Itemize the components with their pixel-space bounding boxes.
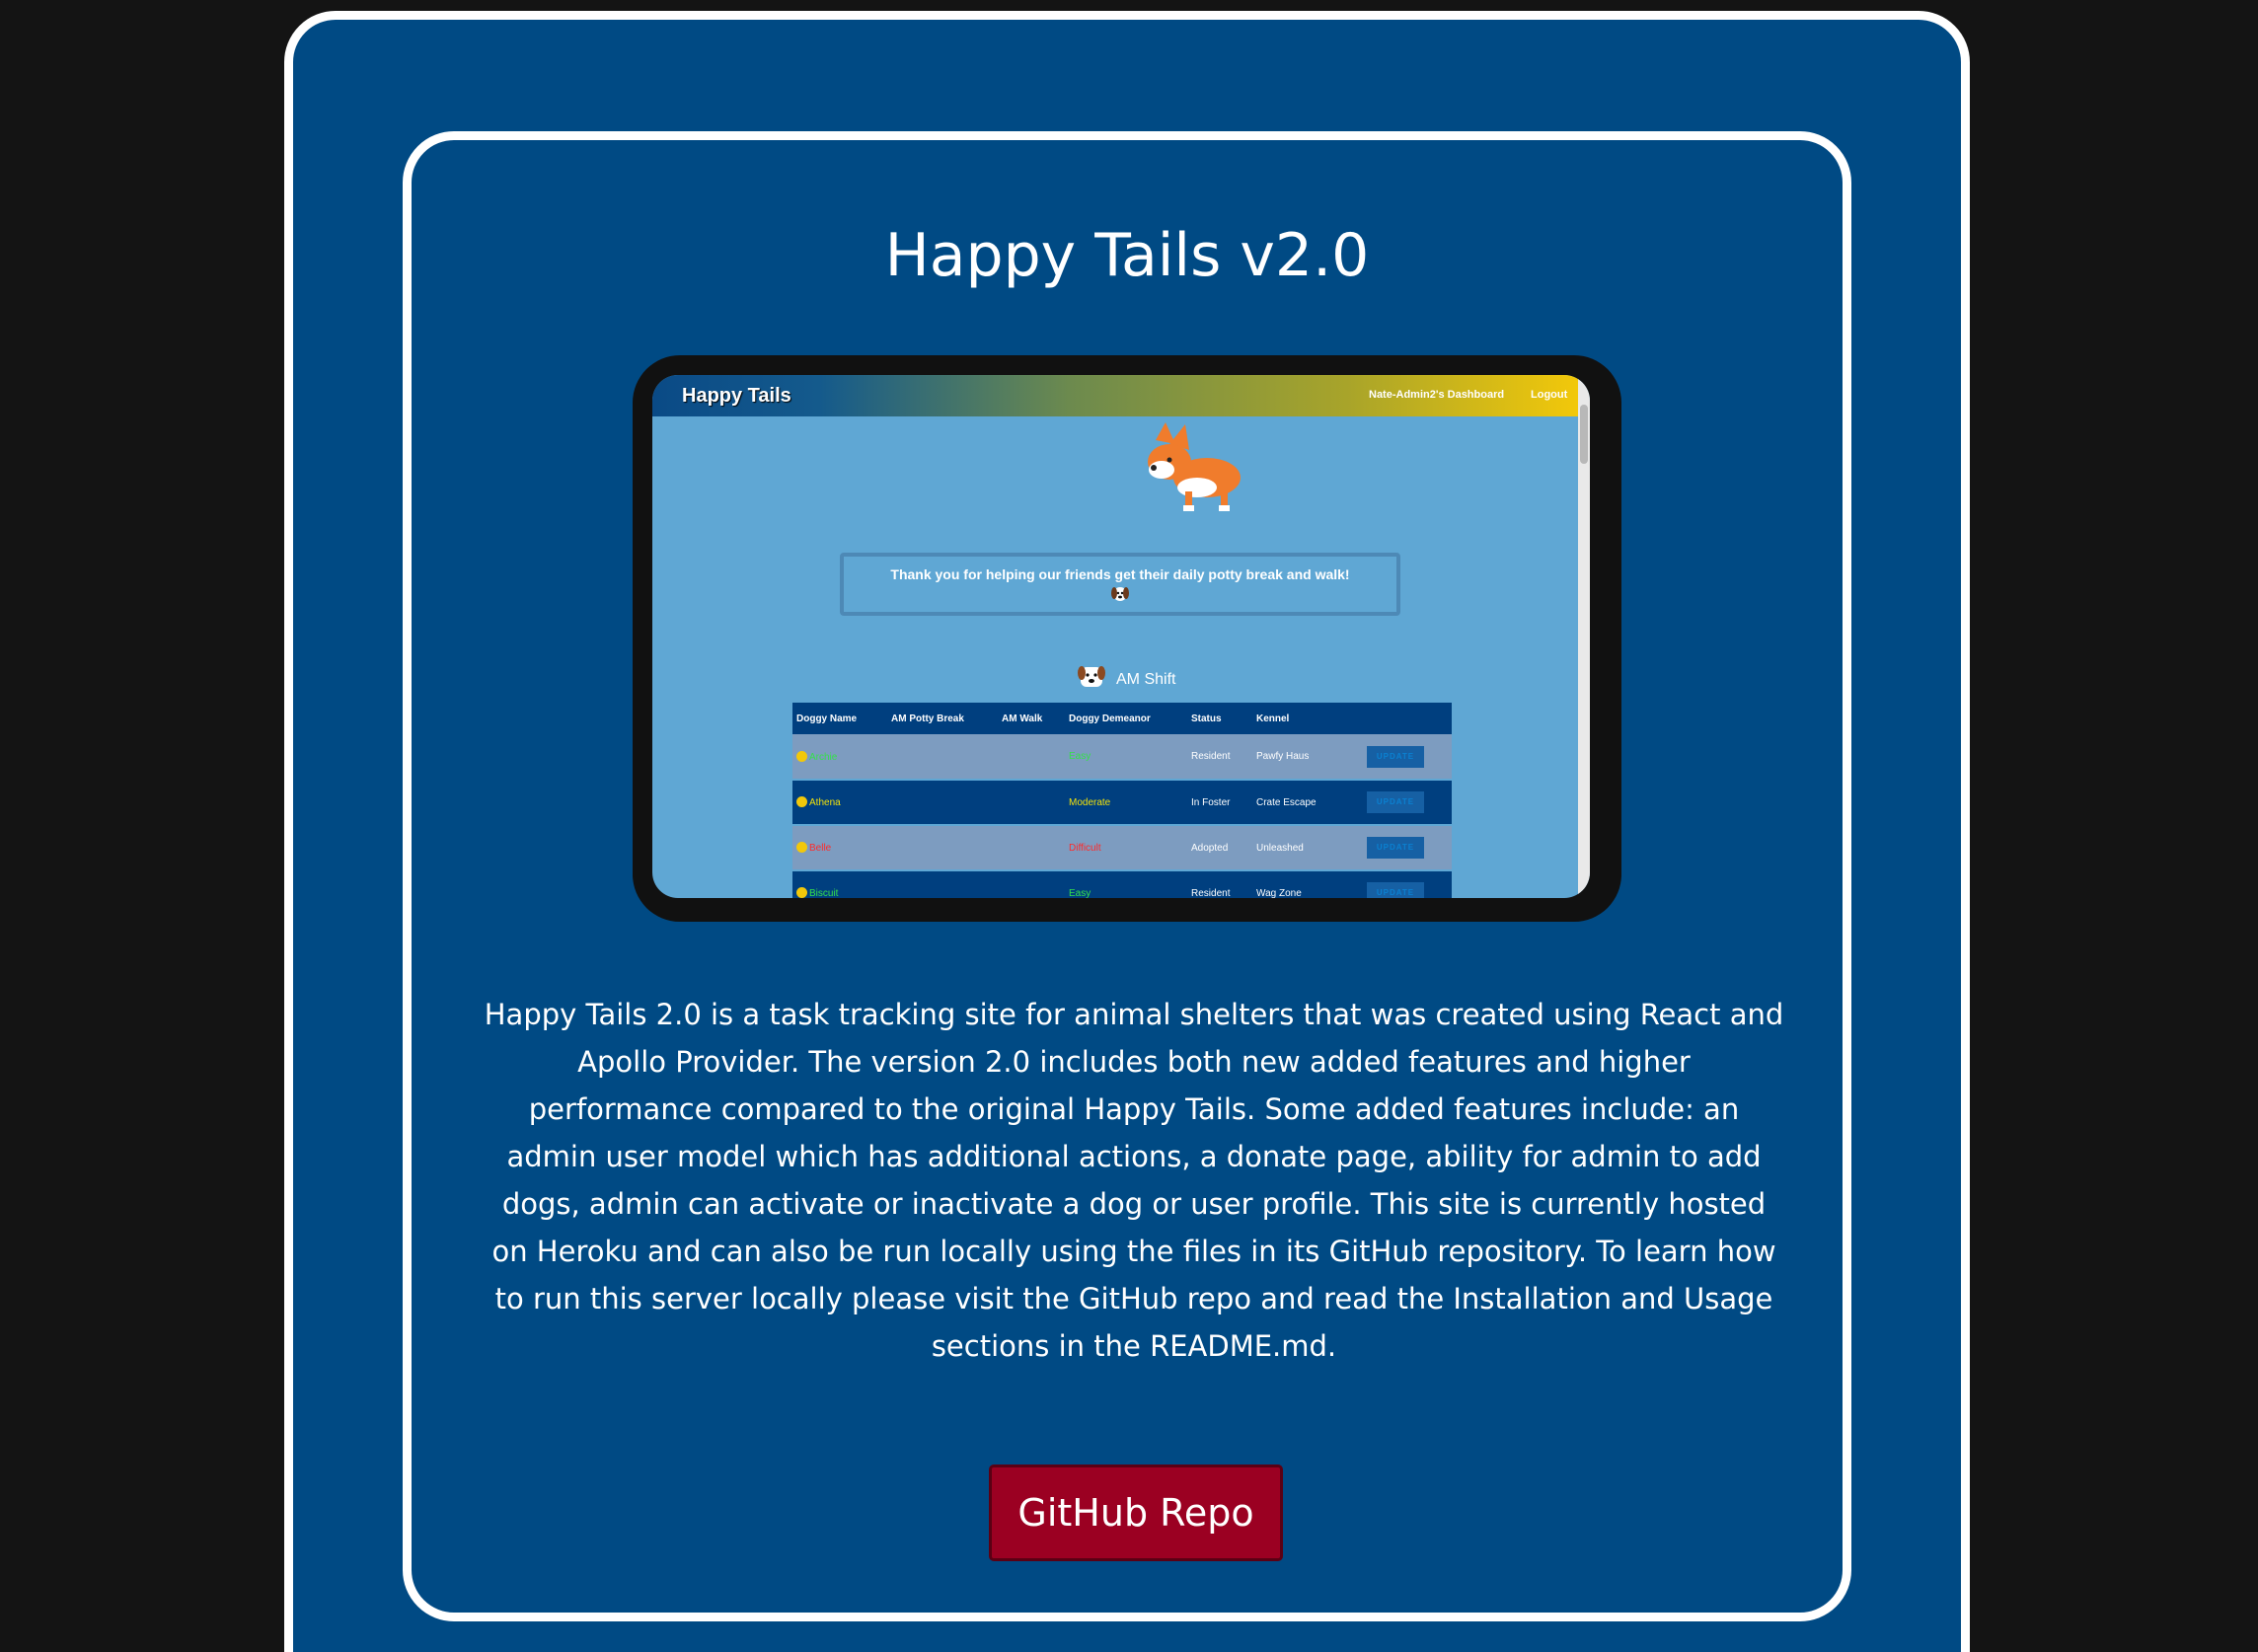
table-row: Belle Difficult Adopted Unleashed UPDATE: [792, 825, 1452, 871]
demeanor-cell: Easy: [1065, 734, 1187, 781]
column-header: AM Walk: [998, 703, 1065, 734]
status-cell: Adopted: [1187, 825, 1252, 871]
smiley-icon: [796, 842, 807, 853]
thanks-message-box: Thank you for helping our friends get th…: [840, 553, 1400, 616]
action-cell: UPDATE: [1363, 734, 1452, 781]
screenshot-scrollbar: [1578, 375, 1590, 898]
table-header-row: Doggy Name AM Potty Break AM Walk Doggy …: [792, 703, 1452, 734]
walk-cell: [998, 734, 1065, 781]
dog-name: Belle: [809, 843, 832, 854]
screenshot-brand: Happy Tails: [682, 385, 791, 407]
github-repo-button[interactable]: GitHub Repo: [989, 1464, 1283, 1561]
walk-cell: [998, 825, 1065, 871]
dog-name: Biscuit: [809, 888, 839, 898]
column-header: Doggy Name: [792, 703, 887, 734]
update-button[interactable]: UPDATE: [1367, 745, 1424, 768]
column-header: AM Potty Break: [887, 703, 998, 734]
column-header: Doggy Demeanor: [1065, 703, 1187, 734]
kennel-cell: Unleashed: [1252, 825, 1363, 871]
corgi-icon: [1148, 422, 1241, 511]
update-button[interactable]: UPDATE: [1367, 882, 1424, 898]
update-button[interactable]: UPDATE: [1367, 837, 1424, 859]
walk-cell: [998, 870, 1065, 898]
demeanor-cell: Moderate: [1065, 780, 1187, 826]
status-cell: Resident: [1187, 734, 1252, 781]
screenshot-screen: Happy Tails Nate-Admin2's Dashboard Logo…: [652, 375, 1590, 898]
kennel-cell: Wag Zone: [1252, 870, 1363, 898]
dog-name-cell: Athena: [792, 780, 887, 826]
column-header: Status: [1187, 703, 1252, 734]
action-cell: UPDATE: [1363, 780, 1452, 826]
screenshot-dashboard-link: Nate-Admin2's Dashboard: [1369, 389, 1505, 401]
status-cell: Resident: [1187, 870, 1252, 898]
table-row: Athena Moderate In Foster Crate Escape U…: [792, 780, 1452, 826]
column-header: Kennel: [1252, 703, 1363, 734]
thanks-message: Thank you for helping our friends get th…: [890, 566, 1350, 582]
table-row: Biscuit Easy Resident Wag Zone UPDATE: [792, 870, 1452, 898]
screenshot-logout-link: Logout: [1531, 389, 1568, 401]
screenshot-navbar: Happy Tails Nate-Admin2's Dashboard Logo…: [652, 375, 1578, 416]
shift-label: AM Shift: [1116, 671, 1176, 688]
update-button[interactable]: UPDATE: [1367, 791, 1424, 813]
action-cell: UPDATE: [1363, 825, 1452, 871]
scrollbar-thumb: [1580, 405, 1588, 464]
dog-name-cell: Belle: [792, 825, 887, 871]
demeanor-cell: Difficult: [1065, 825, 1187, 871]
potty-cell: [887, 825, 998, 871]
action-cell: UPDATE: [1363, 870, 1452, 898]
kennel-cell: Crate Escape: [1252, 780, 1363, 826]
dog-table: Doggy Name AM Potty Break AM Walk Doggy …: [792, 703, 1452, 898]
dog-name: Athena: [809, 797, 841, 808]
demeanor-cell: Easy: [1065, 870, 1187, 898]
dog-name-cell: Biscuit: [792, 870, 887, 898]
column-header: [1363, 703, 1452, 734]
project-description: Happy Tails 2.0 is a task tracking site …: [484, 998, 1784, 1363]
dog-name-cell: Archie: [792, 734, 887, 781]
potty-cell: [887, 734, 998, 781]
potty-cell: [887, 870, 998, 898]
table-row: Archie Easy Resident Pawfy Haus UPDATE: [792, 734, 1452, 781]
status-cell: In Foster: [1187, 780, 1252, 826]
smiley-icon: [796, 750, 807, 762]
dog-face-icon: [1078, 666, 1105, 687]
kennel-cell: Pawfy Haus: [1252, 734, 1363, 781]
dog-face-icon: [1111, 587, 1129, 601]
project-title: Happy Tails v2.0: [884, 221, 1370, 290]
project-card: Happy Tails v2.0 Happy Tails Nate-Admin2…: [403, 131, 1851, 1621]
project-screenshot: Happy Tails Nate-Admin2's Dashboard Logo…: [633, 355, 1621, 922]
dog-name: Archie: [809, 751, 838, 763]
potty-cell: [887, 780, 998, 826]
smiley-icon: [796, 796, 807, 807]
smiley-icon: [796, 887, 807, 898]
walk-cell: [998, 780, 1065, 826]
